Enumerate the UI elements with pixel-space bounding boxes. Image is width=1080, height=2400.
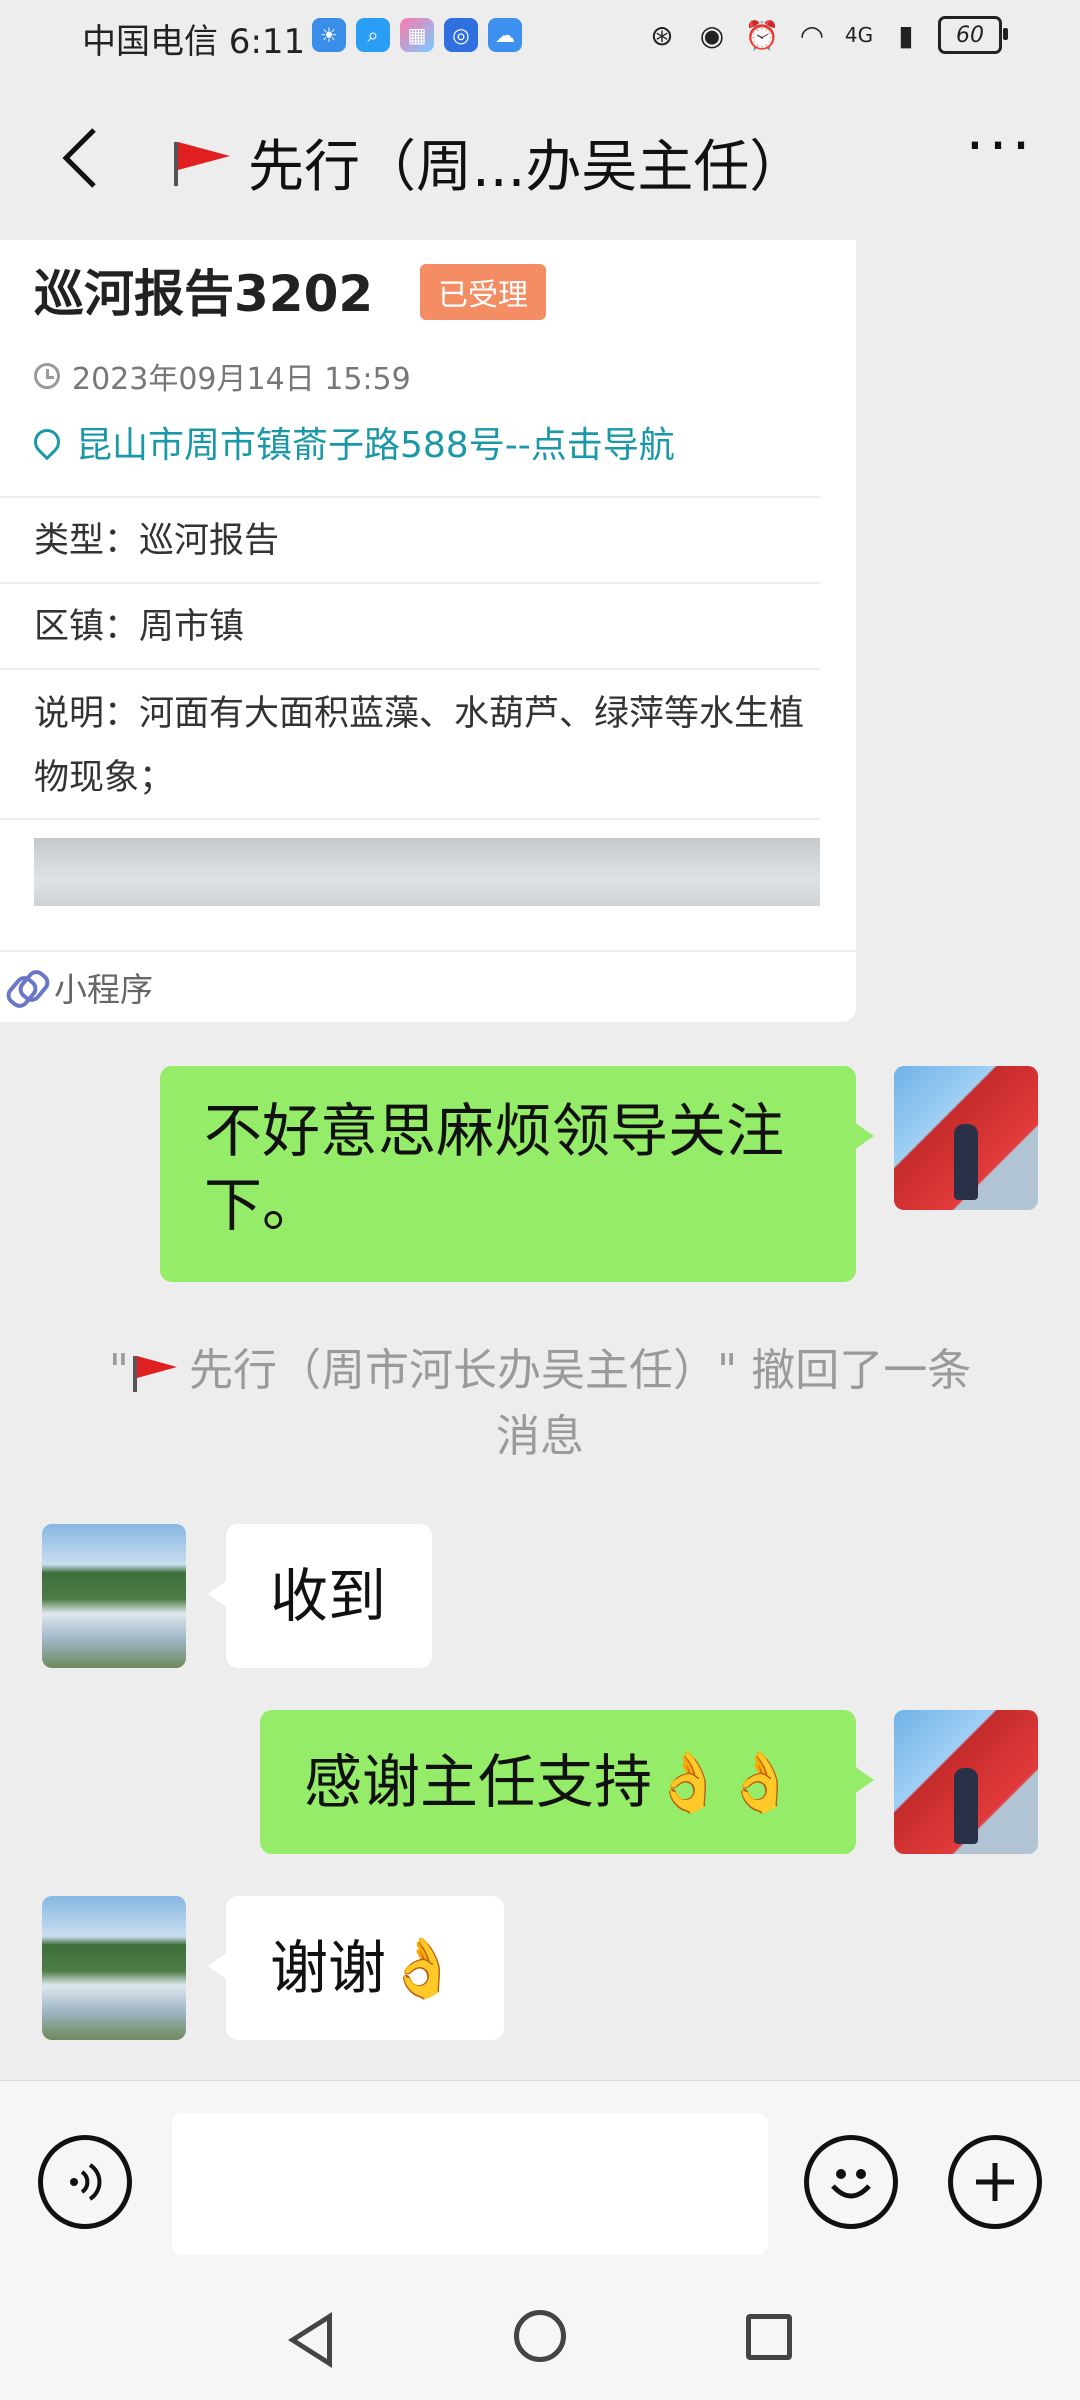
status-app-icons: ☀ ⌕ ▦ ◎ ☁	[312, 18, 522, 52]
alarm-icon: ⏰	[744, 18, 780, 52]
district-label: 区镇：	[34, 607, 140, 647]
location-text[interactable]: 昆山市周市镇萮子路588号--点击导航	[76, 416, 675, 468]
avatar-self[interactable]	[894, 1710, 1038, 1854]
wifi-icon: ◠	[799, 18, 825, 52]
notice-prefix: "	[108, 1345, 129, 1396]
cloud-app-icon: ☁	[488, 18, 522, 52]
nav-back-icon[interactable]	[288, 2312, 332, 2368]
message-input[interactable]	[172, 2113, 768, 2255]
system-navigation-bar	[0, 2280, 1080, 2400]
clock-icon	[34, 363, 60, 389]
navigation-link[interactable]: 昆山市周市镇萮子路588号--点击导航	[28, 416, 675, 468]
data-saver-icon: ⊛	[650, 18, 674, 52]
mini-program-card[interactable]: 巡河报告3202 已受理 2023年09月14日 15:59 昆山市周市镇萮子路…	[0, 240, 856, 1022]
eye-comfort-icon: ◉	[699, 18, 725, 52]
status-right: ⊛ ◉ ⏰ ◠ 4G ▮ 60	[644, 16, 1008, 54]
chevron-left-icon[interactable]	[40, 118, 120, 198]
more-dots-icon[interactable]: ···	[960, 116, 1040, 186]
signal-icon: ▮	[898, 18, 914, 52]
avatar-contact[interactable]	[42, 1524, 186, 1668]
report-photo	[34, 838, 820, 906]
red-flag-icon	[129, 1354, 177, 1392]
message-bubble-received[interactable]: 谢谢👌	[208, 1896, 504, 2040]
message-bubble-sent[interactable]: 感谢主任支持👌👌	[260, 1710, 874, 1854]
chat-header: 先行（周...办吴主任） ···	[0, 96, 1080, 226]
type-value: 巡河报告	[139, 521, 280, 561]
type-row: 类型：巡河报告	[0, 496, 820, 582]
red-flag-icon	[170, 140, 230, 186]
gallery-app-icon: ▦	[400, 18, 434, 52]
carrier-time: 中国电信 6:11	[82, 22, 306, 62]
input-bar	[0, 2080, 1080, 2281]
emoji-icon[interactable]	[804, 2135, 898, 2229]
mini-program-label: 小程序	[54, 970, 153, 1009]
nav-home-icon[interactable]	[514, 2310, 566, 2362]
message-text: 收到	[270, 1562, 387, 1630]
message-text: 不好意思麻烦领导关注下。	[204, 1097, 785, 1239]
message-bubble-received[interactable]: 收到	[208, 1524, 432, 1668]
mini-program-footer: 小程序	[0, 950, 856, 1022]
mini-program-icon	[8, 970, 42, 1004]
description-row: 说明：河面有大面积蓝藻、水葫芦、绿萍等水生植物现象；	[0, 668, 820, 820]
report-time-text: 2023年09月14日 15:59	[72, 362, 411, 397]
status-bar: 中国电信 6:11 ☀ ⌕ ▦ ◎ ☁ ⊛ ◉ ⏰ ◠ 4G ▮ 60	[0, 0, 1080, 72]
search-app-icon: ⌕	[356, 18, 390, 52]
nav-recents-icon[interactable]	[746, 2314, 792, 2360]
location-pin-icon	[28, 423, 66, 461]
voice-icon[interactable]	[38, 2135, 132, 2229]
type-label: 类型：	[34, 521, 140, 561]
district-value: 周市镇	[139, 607, 245, 647]
report-title: 巡河报告3202	[34, 265, 374, 323]
report-time: 2023年09月14日 15:59	[34, 354, 411, 398]
avatar-self[interactable]	[894, 1066, 1038, 1210]
notice-name: 先行（周市河长办吴主任）	[189, 1345, 717, 1396]
message-text: 感谢主任支持👌👌	[304, 1748, 797, 1816]
district-row: 区镇：周市镇	[0, 582, 820, 668]
description-label: 说明：	[34, 694, 140, 734]
network-label: 4G	[844, 23, 874, 47]
chat-title-text: 先行（周...办吴主任）	[248, 135, 806, 200]
chat-title: 先行（周...办吴主任）	[170, 122, 805, 203]
battery-icon: 60	[938, 16, 1008, 54]
bulb-app-icon: ◎	[444, 18, 478, 52]
description-value: 河面有大面积蓝藻、水葫芦、绿萍等水生植物现象；	[34, 694, 805, 798]
message-bubble-sent[interactable]: 不好意思麻烦领导关注下。	[160, 1066, 874, 1282]
avatar-contact[interactable]	[42, 1896, 186, 2040]
app-notification-icon: ☀	[312, 18, 346, 52]
status-badge: 已受理	[420, 264, 546, 320]
plus-icon[interactable]	[948, 2135, 1042, 2229]
recall-notice: " 先行（周市河长办吴主任）" 撤回了一条消息	[100, 1338, 980, 1470]
message-text: 谢谢👌	[270, 1934, 459, 2002]
